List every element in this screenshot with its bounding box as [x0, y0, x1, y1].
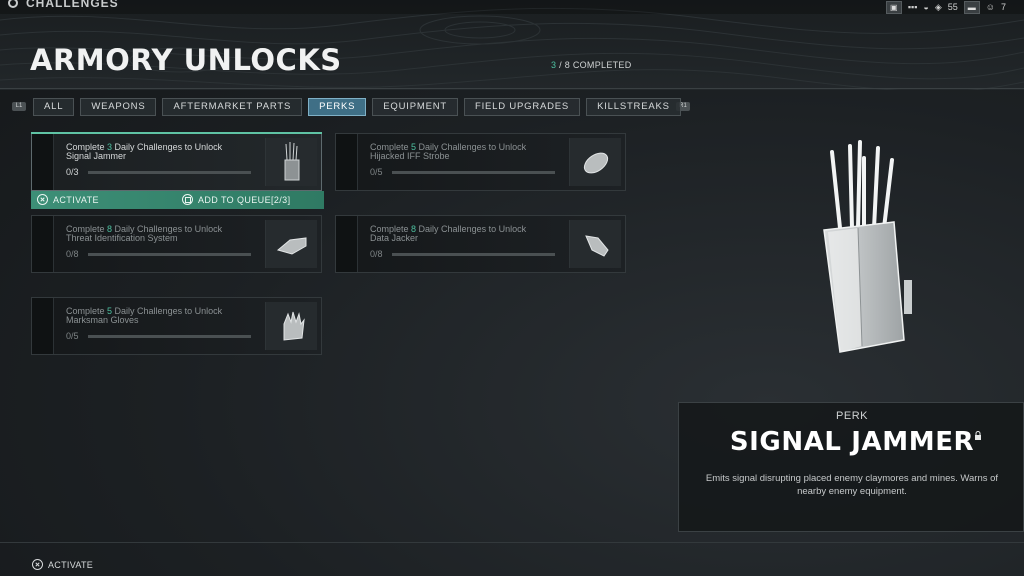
challenge-card-threat-identification-system[interactable]: Complete 8 Daily Challenges to Unlock Th… [31, 215, 322, 273]
challenge-text: Complete 8 Daily Challenges to Unlock Da… [370, 225, 560, 243]
card-stub [336, 216, 358, 272]
challenge-card-data-jacker[interactable]: Complete 8 Daily Challenges to Unlock Da… [335, 215, 626, 273]
lock-icon [975, 431, 981, 440]
challenge-card-hijacked-iff-strobe[interactable]: Complete 5 Daily Challenges to Unlock Hi… [335, 133, 626, 191]
unlock-item-name: Threat Identification System [66, 233, 178, 243]
footer-divider [0, 542, 1024, 543]
add-to-queue-button[interactable]: ADD TO QUEUE[2/3] [182, 194, 291, 205]
player-card-icon[interactable]: ▣ [885, 0, 902, 14]
challenge-suffix: Daily Challenges to Unlock [112, 142, 223, 152]
selection-indicator [31, 132, 322, 134]
tab-equipment[interactable]: EQUIPMENT [372, 98, 458, 116]
header-divider [0, 88, 1024, 89]
progress-count: 0/5 [66, 331, 79, 341]
tab-perks[interactable]: PERKS [308, 98, 367, 116]
detail-description: Emits signal disrupting placed enemy cla… [705, 473, 999, 497]
progress-bar [392, 171, 555, 174]
completion-progress: 3 / 8 COMPLETED [551, 60, 632, 70]
category-tabs: ALL WEAPONS AFTERMARKET PARTS PERKS EQUI… [33, 98, 681, 116]
breadcrumb[interactable]: CHALLENGES [8, 0, 119, 10]
tab-killstreaks[interactable]: KILLSTREAKS [586, 98, 681, 116]
gloves-icon [265, 302, 317, 350]
card-stub [32, 134, 54, 190]
progress-bar [88, 253, 251, 256]
progress-count: 0/5 [370, 167, 383, 177]
iff-strobe-icon [569, 138, 621, 186]
challenge-card-signal-jammer[interactable]: Complete 3 Daily Challenges to Unlock Si… [31, 132, 322, 191]
perk-detail-panel: PERK SIGNAL JAMMER Emits signal disrupti… [678, 402, 1024, 532]
unlock-item-name: Hijacked IFF Strobe [370, 151, 450, 161]
hud-status: ▣ ▪▪▪ ◒ ◈ 55 ▬ ☺ 7 [885, 0, 1006, 14]
card-stub [32, 216, 54, 272]
signal-jammer-icon [265, 138, 317, 186]
friends-icon[interactable]: ☺ [986, 2, 995, 12]
challenge-text: Complete 5 Daily Challenges to Unlock Ma… [66, 307, 256, 325]
rank-badge-icon: ◈ [934, 1, 942, 12]
player-level: 55 [947, 2, 958, 12]
progress-count: 0/3 [66, 167, 79, 177]
prev-tab-bumper-icon[interactable]: L1 [12, 102, 26, 111]
page-title: ARMORY UNLOCKS [30, 43, 342, 77]
detail-title: SIGNAL JAMMER [729, 427, 975, 457]
activate-label: ACTIVATE [53, 195, 99, 205]
progress-bar [88, 171, 251, 174]
card-stub [32, 298, 54, 354]
menu-icon[interactable]: ▪▪▪ [908, 2, 918, 12]
add-to-queue-label: ADD TO QUEUE[2/3] [198, 195, 291, 205]
operator-icon[interactable]: ◒ [923, 2, 928, 12]
cross-button-icon [32, 559, 43, 570]
progress-bar [392, 253, 555, 256]
unlock-item-name: Signal Jammer [66, 151, 127, 161]
challenge-suffix: Daily Challenges to Unlock [416, 224, 527, 234]
challenge-card-marksman-gloves[interactable]: Complete 5 Daily Challenges to Unlock Ma… [31, 297, 322, 355]
friends-count: 7 [1000, 2, 1006, 12]
cross-button-icon [37, 194, 48, 205]
footer-activate-button[interactable]: ACTIVATE [32, 559, 93, 570]
data-jacker-icon [569, 220, 621, 268]
progress-bar [88, 335, 251, 338]
tab-weapons[interactable]: WEAPONS [80, 98, 157, 116]
breadcrumb-label: CHALLENGES [26, 0, 119, 10]
detail-category: PERK [836, 410, 868, 422]
unlock-item-name: Data Jacker [370, 233, 419, 243]
tab-aftermarket-parts[interactable]: AFTERMARKET PARTS [162, 98, 303, 116]
progress-count: 0/8 [370, 249, 383, 259]
challenge-text: Complete 5 Daily Challenges to Unlock Hi… [370, 143, 560, 161]
tab-field-upgrades[interactable]: FIELD UPGRADES [463, 98, 581, 116]
footer-activate-label: ACTIVATE [48, 560, 94, 570]
square-button-icon [182, 194, 193, 205]
completed-label: / 8 COMPLETED [556, 60, 632, 70]
threat-id-icon [265, 220, 317, 268]
top-bar [0, 0, 1024, 14]
unlock-item-name: Marksman Gloves [66, 315, 139, 325]
card-action-bar: ACTIVATE ADD TO QUEUE[2/3] [31, 191, 324, 209]
activate-button[interactable]: ACTIVATE [37, 194, 99, 205]
back-icon [8, 0, 18, 8]
progress-count: 0/8 [66, 249, 79, 259]
challenge-text: Complete 8 Daily Challenges to Unlock Th… [66, 225, 256, 243]
tab-all[interactable]: ALL [33, 98, 75, 116]
card-stub [336, 134, 358, 190]
challenge-text: Complete 3 Daily Challenges to Unlock Si… [66, 143, 256, 161]
signal-jammer-preview-icon [810, 140, 920, 370]
party-icon[interactable]: ▬ [963, 0, 980, 14]
